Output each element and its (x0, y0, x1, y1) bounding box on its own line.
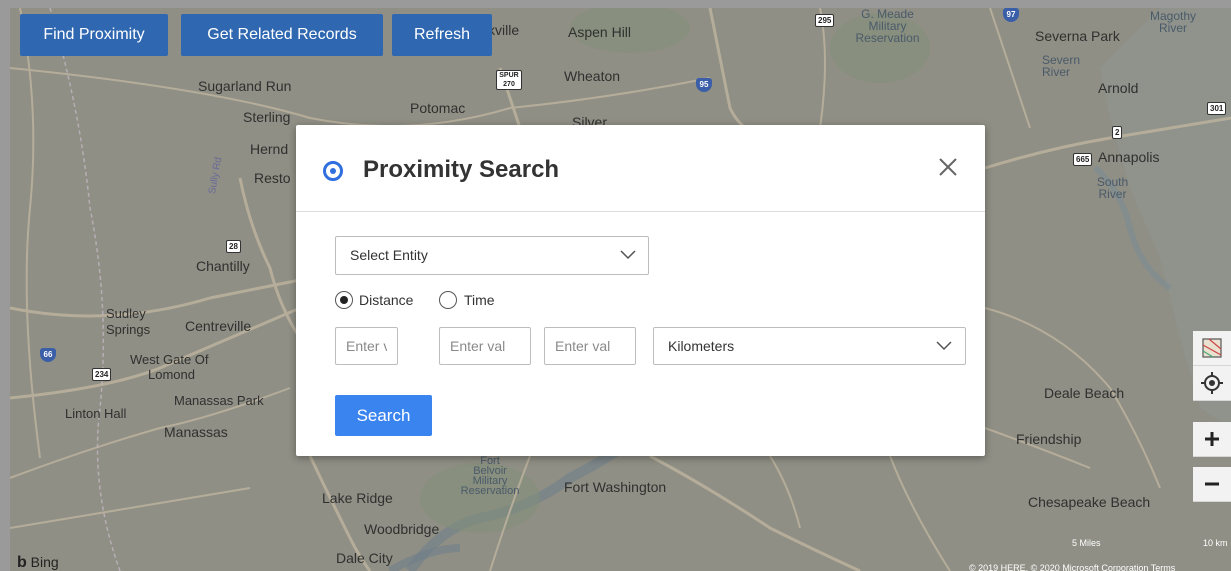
place-centreville: Centreville (185, 318, 252, 334)
unit-select-value: Kilometers (668, 338, 735, 354)
place-lake-ridge: Lake Ridge (322, 490, 393, 506)
radio-distance[interactable] (335, 291, 353, 309)
place-potomac: Potomac (410, 100, 466, 116)
place-chantilly: Chantilly (196, 258, 250, 274)
place-rockville: kville (488, 22, 520, 38)
dialog-title: Proximity Search (363, 156, 560, 183)
place-severna-park: Severna Park (1035, 28, 1120, 44)
dialog-header: Proximity Search (296, 125, 985, 212)
place-annapolis: Annapolis (1098, 149, 1160, 165)
zoom-in-button[interactable] (1193, 422, 1231, 457)
place-reston: Resto (254, 170, 291, 186)
proximity-search-dialog: Proximity Search Select Entity Distance … (296, 125, 985, 456)
place-friendship: Friendship (1016, 431, 1082, 447)
entity-select[interactable]: Select Entity (335, 236, 649, 275)
shield-665: 665 (1073, 153, 1093, 166)
shield-301: 301 (1207, 102, 1227, 115)
chevron-down-icon (936, 341, 952, 351)
place-chesapeake-beach: Chesapeake Beach (1028, 494, 1151, 510)
bing-b-icon: b (17, 554, 27, 571)
shield-234: 234 (92, 368, 112, 381)
place-linton-hall: Linton Hall (65, 406, 127, 421)
zoom-out-button[interactable] (1193, 467, 1231, 502)
place-manassas-park: Manassas Park (174, 393, 264, 408)
locate-me-button[interactable] (1193, 366, 1231, 401)
copyright-text: © 2019 HERE, © 2020 Microsoft Corporatio… (969, 563, 1149, 571)
radio-time-label: Time (464, 292, 495, 308)
place-aspen-hill: Aspen Hill (568, 24, 632, 40)
place-severn-river: Severn River (1042, 53, 1081, 79)
place-sugarland-run: Sugarland Run (198, 78, 292, 94)
value-input-2[interactable] (439, 327, 531, 365)
scale-km: 10 km (1203, 538, 1228, 548)
place-herndon: Hernd (250, 141, 289, 157)
value-input-1[interactable] (335, 327, 398, 365)
find-proximity-button[interactable]: Find Proximity (20, 14, 168, 56)
place-manassas: Manassas (164, 424, 228, 440)
place-dale-city: Dale City (336, 550, 393, 566)
target-icon (323, 161, 343, 181)
chevron-down-icon (620, 250, 636, 260)
place-sudley-springs: Sudley Springs (106, 306, 151, 337)
map-style-button[interactable] (1193, 331, 1231, 366)
bing-logo: b Bing (17, 554, 59, 571)
place-wheaton: Wheaton (564, 68, 621, 84)
radio-time[interactable] (439, 291, 457, 309)
place-south-river: South River (1096, 175, 1129, 201)
shield-295: 295 (815, 14, 835, 27)
place-fort-belvoir: Fort Belvoir Military Reservation (460, 455, 520, 497)
place-deale-beach: Deale Beach (1044, 385, 1125, 401)
app-frame: kville Aspen Hill G. Meade Military Rese… (0, 0, 1231, 571)
place-fort-washington: Fort Washington (564, 479, 667, 495)
shield-spur-270: SPUR 270 (496, 70, 522, 90)
search-button[interactable]: Search (335, 395, 432, 436)
place-west-gate-of: West Gate Of (130, 352, 209, 367)
refresh-button[interactable]: Refresh (392, 14, 492, 56)
shield-28: 28 (226, 240, 241, 253)
map-style-icon (1202, 338, 1222, 358)
bing-label: Bing (30, 554, 59, 570)
map-canvas[interactable]: kville Aspen Hill G. Meade Military Rese… (10, 8, 1231, 571)
place-magothy-river: Magothy River (1149, 9, 1197, 35)
locate-me-icon (1201, 372, 1223, 394)
value-input-3[interactable] (544, 327, 636, 365)
shield-2: 2 (1112, 126, 1123, 139)
radio-distance-label: Distance (359, 292, 414, 308)
zoom-out-icon (1205, 482, 1219, 486)
scale-miles: 5 Miles (1072, 538, 1101, 548)
map-copyright: © 2019 HERE, © 2020 Microsoft Corporatio… (969, 563, 1175, 571)
place-arnold: Arnold (1098, 80, 1139, 96)
place-sterling: Sterling (243, 109, 291, 125)
close-icon[interactable] (936, 155, 960, 179)
place-g-meade: G. Meade Military Reservation (855, 8, 920, 45)
terms-link[interactable]: Terms (1151, 563, 1176, 571)
entity-select-value: Select Entity (350, 247, 428, 263)
place-lomond: Lomond (148, 367, 195, 382)
place-woodbridge: Woodbridge (364, 521, 440, 537)
get-related-records-button[interactable]: Get Related Records (181, 14, 383, 56)
unit-select[interactable]: Kilometers (653, 327, 966, 365)
zoom-in-icon (1205, 432, 1219, 446)
